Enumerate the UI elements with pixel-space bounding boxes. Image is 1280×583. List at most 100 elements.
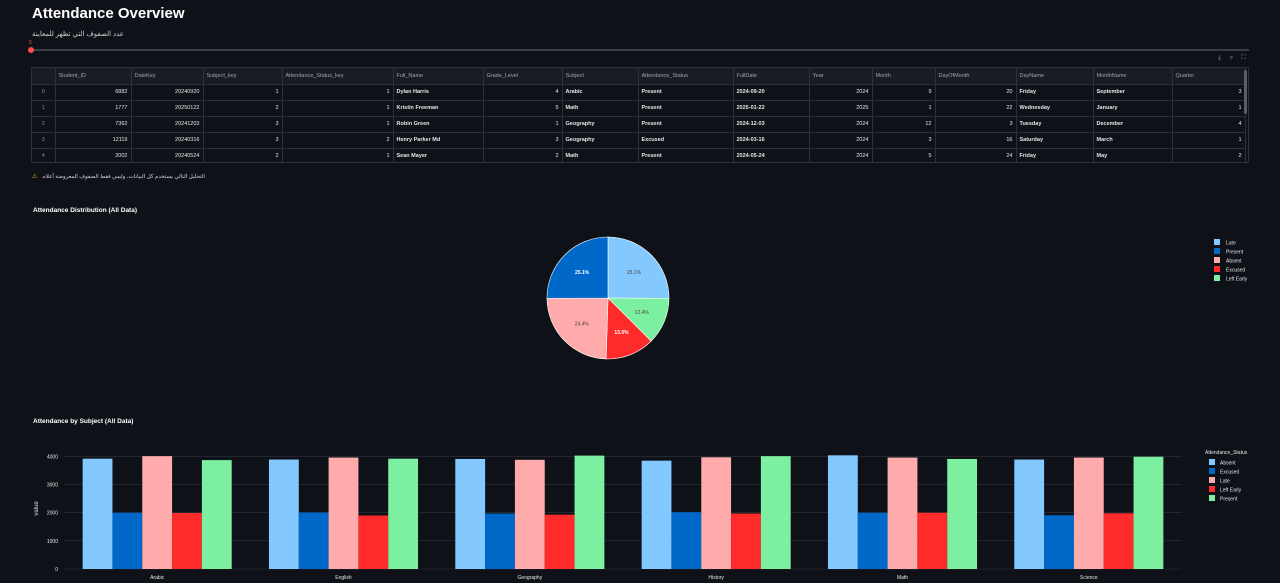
bar	[574, 455, 605, 569]
legend-swatch	[1209, 459, 1215, 465]
bar	[172, 513, 202, 569]
table-cell: Geography	[562, 116, 639, 133]
bar	[328, 457, 359, 569]
table-cell: Friday	[1016, 148, 1094, 162]
table-cell: Present	[638, 84, 734, 101]
table-cell: Friday	[1016, 84, 1094, 101]
table-cell: 20240920	[131, 84, 204, 101]
table-cell: 12	[872, 116, 936, 133]
table-cell: Tuesday	[1016, 116, 1094, 133]
bar	[701, 457, 732, 569]
download-icon[interactable]: ⤓	[1215, 55, 1224, 62]
column-header[interactable]: Grade_Level	[483, 68, 563, 85]
column-header[interactable]: MonthName	[1093, 68, 1173, 85]
table-cell: 1	[203, 84, 283, 101]
legend-swatch	[1209, 495, 1215, 501]
table-cell: 3	[935, 116, 1017, 133]
table-cell: 22	[935, 100, 1017, 117]
table-cell: 9	[872, 84, 936, 101]
bar-chart: 0 1000 2000 3000 4000 value Arabic English Geogr…	[34, 450, 1248, 581]
rows-slider-track[interactable]	[31, 49, 1249, 51]
table-cell: Dylan Harris	[393, 84, 484, 101]
column-header[interactable]	[32, 68, 56, 85]
table-row[interactable]: 0 6882 20240920 1 1 Dylan Harris 4 Arabic Presen…	[32, 84, 1246, 101]
column-header[interactable]: Year	[809, 68, 873, 85]
pie-slice	[546, 297, 609, 360]
table-row[interactable]: 2 7362 20241203 3 1 Robin Green 1 Geography Pres…	[32, 116, 1246, 133]
pie-chart: 25.1% 12.4% 13.0% 24.4% 25.1% Late Present Abse…	[546, 236, 1248, 360]
table-cell: May	[1093, 148, 1173, 162]
table-cell: 3	[1172, 84, 1246, 101]
legend-swatch	[1209, 477, 1215, 483]
pie-slice-label: 25.1%	[575, 270, 590, 276]
column-header[interactable]: Subject	[562, 68, 639, 85]
y-axis-label: value	[34, 501, 40, 516]
table-cell: Math	[562, 148, 639, 162]
bar	[1133, 456, 1164, 569]
bar	[917, 512, 948, 569]
rows-slider-label: عدد الصفوف التي تظهر للمعاينة	[32, 31, 124, 38]
table-cell: Math	[562, 100, 639, 117]
column-header[interactable]: Attendance_Status	[638, 68, 734, 85]
table-cell: Kristin Freeman	[393, 100, 484, 117]
table-cell: January	[1093, 100, 1173, 117]
table-scrollbar[interactable]	[1244, 70, 1247, 114]
table-cell: 2024	[809, 148, 873, 162]
table-cell: Saturday	[1016, 132, 1094, 149]
table-cell: 4	[483, 84, 563, 101]
table-cell: 1	[282, 116, 394, 133]
table-cell: 5	[872, 148, 936, 162]
search-icon[interactable]: ⌕	[1227, 55, 1236, 62]
x-tick-label: History	[708, 575, 724, 581]
legend-label: Left Early	[1220, 488, 1242, 494]
table-cell: 24	[935, 148, 1017, 162]
legend-swatch	[1209, 486, 1215, 492]
table-row[interactable]: 3 12119 20240316 3 2 Henry Parker Md 3 Geograph…	[32, 132, 1246, 149]
table-cell: 2024-05-24	[733, 148, 810, 162]
column-header[interactable]: DayOfMonth	[935, 68, 1017, 85]
table-cell: 7362	[55, 116, 132, 133]
bar-chart-title: Attendance by Subject (All Data)	[33, 418, 134, 425]
legend-label: Late	[1220, 479, 1230, 485]
legend-swatch	[1214, 248, 1220, 254]
legend-label: Present	[1220, 497, 1238, 503]
table-cell: 1	[282, 148, 394, 162]
column-header[interactable]: DateKey	[131, 68, 204, 85]
table-cell: 1	[483, 116, 563, 133]
table-row[interactable]: 1 1777 20250122 2 1 Kristin Freeman 5 Math Prese…	[32, 100, 1246, 117]
rows-slider-thumb[interactable]	[28, 47, 34, 53]
pie-chart-title: Attendance Distribution (All Data)	[33, 207, 138, 214]
fullscreen-icon[interactable]: ⛶	[1239, 55, 1248, 62]
table-toolbar: ⤓ ⌕ ⛶	[1215, 55, 1248, 62]
table-cell: 1	[872, 100, 936, 117]
table-cell: 1	[32, 100, 56, 117]
y-tick-label: 2000	[47, 511, 58, 517]
column-header[interactable]: Full_Name	[393, 68, 484, 85]
table-cell: 3	[872, 132, 936, 149]
bar	[671, 512, 702, 569]
column-header[interactable]: Month	[872, 68, 936, 85]
column-header[interactable]: FullDate	[733, 68, 810, 85]
info-warning: ⚠ التحليل التالي يستخدم كل البيانات، ولي…	[32, 173, 205, 181]
column-header[interactable]: Attendance_Status_key	[282, 68, 394, 85]
data-table[interactable]: Student_ID DateKey Subject_key Attendance_S…	[31, 67, 1249, 163]
column-header[interactable]: Quarter	[1172, 68, 1246, 85]
table-cell: 4	[1172, 116, 1246, 133]
x-tick-label: English	[335, 575, 352, 581]
pie-slice-label: 13.0%	[614, 330, 629, 336]
table-cell: 2	[203, 148, 283, 162]
legend-label: Excused	[1226, 268, 1245, 274]
table-cell: 2002	[55, 148, 132, 162]
table-cell: 16	[935, 132, 1017, 149]
table-row[interactable]: 4 2002 20240524 2 1 Sean Mayer 2 Math Present 202…	[32, 148, 1246, 162]
pie-slice-label: 12.4%	[635, 310, 650, 316]
bar	[641, 460, 672, 569]
column-header[interactable]: Student_ID	[55, 68, 132, 85]
bar	[887, 457, 918, 569]
bar	[201, 460, 232, 569]
column-header[interactable]: DayName	[1016, 68, 1094, 85]
bar	[1044, 515, 1074, 569]
table-cell: 2024	[809, 116, 873, 133]
table-cell: 2024	[809, 84, 873, 101]
column-header[interactable]: Subject_key	[203, 68, 283, 85]
